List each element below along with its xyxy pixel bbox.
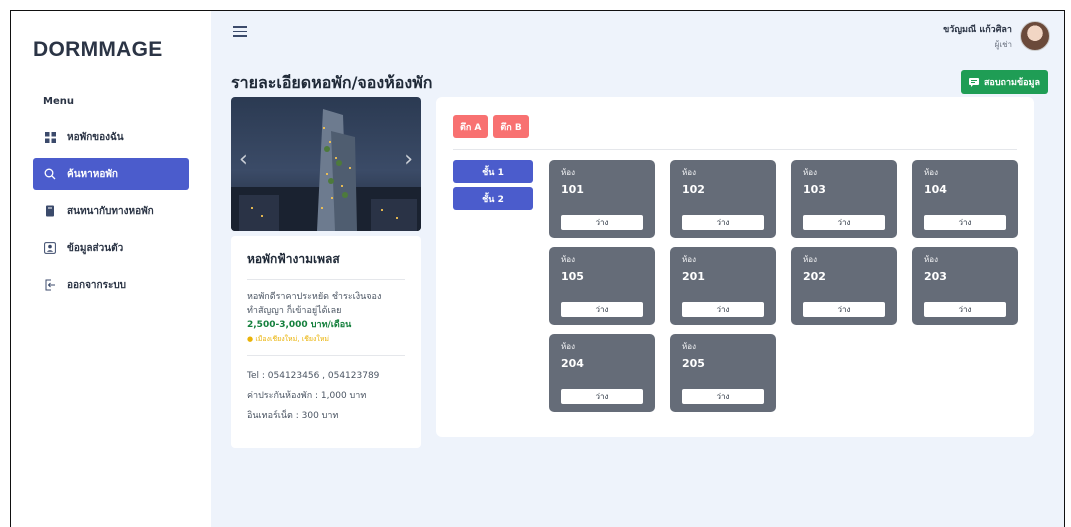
room-grid: ห้อง 101 ว่าง ห้อง 102 ว่าง ห้อง 103 ว่าง ห้อง… xyxy=(549,160,1023,412)
user-icon xyxy=(43,241,57,255)
room-label: ห้อง xyxy=(924,255,938,264)
page-title: รายละเอียดหอพัก/จองห้องพัก xyxy=(231,73,433,92)
room-status-button[interactable]: ว่าง xyxy=(682,389,764,404)
sidebar-item-label: สนทนากับทางหอพัก xyxy=(67,205,154,217)
book-icon xyxy=(43,204,57,218)
hamburger-menu-icon[interactable] xyxy=(233,26,247,38)
room-card[interactable]: ห้อง 203 ว่าง xyxy=(912,247,1018,325)
floor-button-1[interactable]: ชั้น 1 xyxy=(453,160,533,183)
room-card[interactable]: ห้อง 104 ว่าง xyxy=(912,160,1018,238)
room-label: ห้อง xyxy=(561,255,575,264)
sidebar-item-logout[interactable]: ออกจากระบบ xyxy=(33,269,189,301)
dorm-tel: Tel : 054123456 , 054123789 xyxy=(247,371,380,381)
room-status-button[interactable]: ว่าง xyxy=(803,302,885,317)
divider xyxy=(247,279,405,280)
tab-building-b[interactable]: ตึก B xyxy=(493,115,529,138)
menu-title: Menu xyxy=(43,96,74,107)
room-status-button[interactable]: ว่าง xyxy=(924,215,1006,230)
room-label: ห้อง xyxy=(561,342,575,351)
dorm-location: เมืองเชียงใหม่, เชียงใหม่ xyxy=(255,335,330,343)
user-role: ผู้เช่า xyxy=(994,39,1012,49)
user-name: ขวัญมณี แก้วศิลา xyxy=(943,24,1012,35)
dorm-price: 2,500-3,000 บาท/เดือน xyxy=(247,320,352,330)
tab-building-a[interactable]: ตึก A xyxy=(453,115,489,138)
divider xyxy=(247,355,405,356)
contact-button-label: สอบถามข้อมูล xyxy=(983,77,1040,87)
room-card[interactable]: ห้อง 201 ว่าง xyxy=(670,247,776,325)
chat-icon xyxy=(968,77,979,87)
dorm-info-card: หอพักฟ้างามเพลส หอพักดีราคาประหยัด ชำระเ… xyxy=(231,236,421,448)
user-menu[interactable]: ขวัญมณี แก้วศิลา ผู้เช่า xyxy=(943,21,1050,51)
sidebar-item-chat[interactable]: สนทนากับทางหอพัก xyxy=(33,195,189,227)
room-status-button[interactable]: ว่าง xyxy=(561,389,643,404)
room-label: ห้อง xyxy=(682,255,696,264)
sidebar-item-profile[interactable]: ข้อมูลส่วนตัว xyxy=(33,232,189,264)
dorm-building-image xyxy=(231,109,421,231)
sidebar-item-label: ออกจากระบบ xyxy=(67,279,127,291)
room-number: 103 xyxy=(803,183,826,196)
room-status-button[interactable]: ว่าง xyxy=(803,215,885,230)
room-label: ห้อง xyxy=(924,168,938,177)
room-label: ห้อง xyxy=(561,168,575,177)
room-card[interactable]: ห้อง 101 ว่าง xyxy=(549,160,655,238)
room-label: ห้อง xyxy=(803,255,817,264)
dorm-name: หอพักฟ้างามเพลส xyxy=(247,252,340,266)
room-number: 202 xyxy=(803,270,826,283)
room-number: 201 xyxy=(682,270,705,283)
app-window: DORMMAGE Menu หอพักของฉัน ค้นหาหอพัก สนท… xyxy=(10,10,1065,527)
main-content: ขวัญมณี แก้วศิลา ผู้เช่า รายละเอียดหอพัก… xyxy=(211,11,1064,527)
room-number: 203 xyxy=(924,270,947,283)
rooms-panel: ตึก A ตึก B ชั้น 1 ชั้น 2 ห้อง 101 ว่าง ห้… xyxy=(436,97,1034,437)
room-status-button[interactable]: ว่าง xyxy=(682,302,764,317)
divider xyxy=(453,149,1017,150)
room-status-button[interactable]: ว่าง xyxy=(561,302,643,317)
sidebar-item-search-dorm[interactable]: ค้นหาหอพัก xyxy=(33,158,189,190)
room-label: ห้อง xyxy=(682,342,696,351)
floor-list: ชั้น 1 ชั้น 2 xyxy=(453,160,533,214)
dorm-photo-carousel: ‹ › xyxy=(231,97,421,231)
room-number: 105 xyxy=(561,270,584,283)
sidebar: DORMMAGE Menu หอพักของฉัน ค้นหาหอพัก สนท… xyxy=(11,11,211,527)
sidebar-item-label: ข้อมูลส่วนตัว xyxy=(67,242,124,254)
room-card[interactable]: ห้อง 102 ว่าง xyxy=(670,160,776,238)
room-number: 204 xyxy=(561,357,584,370)
app-logo: DORMMAGE xyxy=(33,38,163,61)
room-status-button[interactable]: ว่าง xyxy=(682,215,764,230)
avatar[interactable] xyxy=(1020,21,1050,51)
dorm-deposit: ค่าประกันห้องพัก : 1,000 บาท xyxy=(247,391,367,401)
room-card[interactable]: ห้อง 204 ว่าง xyxy=(549,334,655,412)
room-label: ห้อง xyxy=(803,168,817,177)
grid-icon xyxy=(43,130,57,144)
room-card[interactable]: ห้อง 202 ว่าง xyxy=(791,247,897,325)
search-icon xyxy=(43,167,57,181)
room-card[interactable]: ห้อง 105 ว่าง xyxy=(549,247,655,325)
room-status-button[interactable]: ว่าง xyxy=(561,215,643,230)
carousel-prev-icon[interactable]: ‹ xyxy=(239,147,248,172)
room-number: 104 xyxy=(924,183,947,196)
building-tabs: ตึก A ตึก B xyxy=(453,115,529,138)
dorm-internet: อินเทอร์เน็ต : 300 บาท xyxy=(247,411,339,421)
sidebar-nav: หอพักของฉัน ค้นหาหอพัก สนทนากับทางหอพัก … xyxy=(33,121,189,306)
room-number: 101 xyxy=(561,183,584,196)
carousel-next-icon[interactable]: › xyxy=(404,147,413,172)
sidebar-item-label: หอพักของฉัน xyxy=(67,131,124,143)
logout-icon xyxy=(43,278,57,292)
room-card[interactable]: ห้อง 205 ว่าง xyxy=(670,334,776,412)
contact-button[interactable]: สอบถามข้อมูล xyxy=(960,70,1048,94)
sidebar-item-my-dorm[interactable]: หอพักของฉัน xyxy=(33,121,189,153)
floor-button-2[interactable]: ชั้น 2 xyxy=(453,187,533,210)
room-number: 205 xyxy=(682,357,705,370)
room-label: ห้อง xyxy=(682,168,696,177)
dorm-description-line2: ทำสัญญา ก็เข้าอยู่ได้เลย xyxy=(247,306,342,316)
room-number: 102 xyxy=(682,183,705,196)
room-card[interactable]: ห้อง 103 ว่าง xyxy=(791,160,897,238)
room-status-button[interactable]: ว่าง xyxy=(924,302,1006,317)
dorm-description-line1: หอพักดีราคาประหยัด ชำระเงินจอง xyxy=(247,292,382,302)
location-pin-icon: ● xyxy=(247,335,254,343)
sidebar-item-label: ค้นหาหอพัก xyxy=(67,168,118,180)
